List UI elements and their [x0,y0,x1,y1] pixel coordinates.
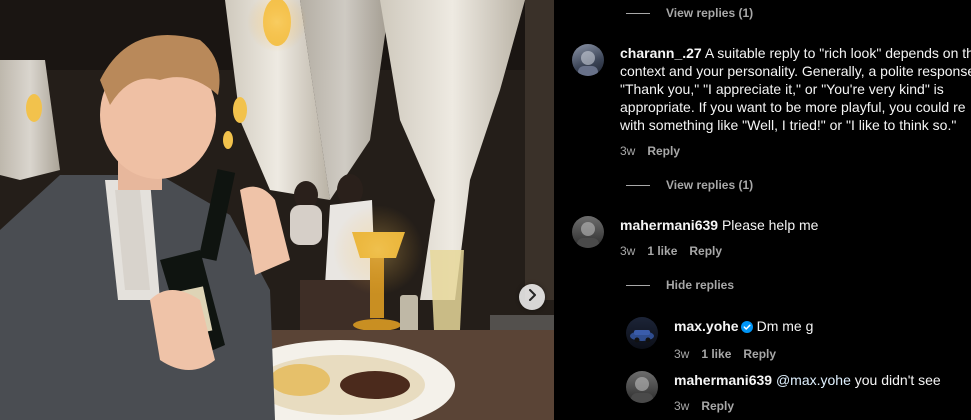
avatar[interactable] [572,216,604,248]
likes-count[interactable]: 1 like [647,244,677,258]
comment-body: charann_.27 A suitable reply to "rich lo… [620,44,971,158]
comment-time[interactable]: 3w [620,244,635,258]
mention-link[interactable]: @max.yohe [776,372,851,388]
comment-line: charann_.27 A suitable reply to "rich lo… [620,44,971,62]
comment-line: appropriate. If you want to be more play… [620,99,966,115]
view-replies-button[interactable]: View replies (1) [626,178,753,192]
comment-line: mahermani639 Please help me [620,216,971,234]
comment-line: with something like "Well, I tried!" or … [620,117,957,133]
reply-button[interactable]: Reply [701,399,734,413]
avatar-image [578,51,598,76]
comment-text: A suitable reply to "rich look" depends … [704,45,971,61]
comment-body: max.yohe Dm me g 3w 1 like Reply [674,317,971,361]
view-replies-label: View replies (1) [666,6,754,20]
comment-body: mahermani639 @max.yohe you didn't see 3w… [674,371,971,413]
avatar-image [631,377,653,403]
comment-time[interactable]: 3w [674,347,689,361]
hide-replies-label: Hide replies [666,278,735,292]
avatar-image [577,222,599,248]
view-replies-button[interactable]: View replies (1) [626,6,753,20]
comment-username[interactable]: max.yohe [674,318,739,334]
comment-text: Please help me [721,217,819,233]
verified-badge-icon [740,319,753,337]
comment: mahermani639 Please help me 3w 1 like Re… [572,216,971,258]
avatar[interactable] [626,317,658,349]
avatar[interactable] [626,371,658,403]
reply-comment: max.yohe Dm me g 3w 1 like Reply [626,317,971,361]
hide-replies-button[interactable]: Hide replies [626,278,734,292]
comment-meta: 3w 1 like Reply [674,347,971,361]
comment-time[interactable]: 3w [674,399,689,413]
comment-line: context and your personality. Generally,… [620,63,971,79]
likes-count[interactable]: 1 like [701,347,731,361]
comment-username[interactable]: mahermani639 [674,372,772,388]
next-photo-button[interactable] [519,284,545,310]
chevron-right-icon [527,288,537,306]
view-replies-label: View replies (1) [666,178,754,192]
comment-meta: 3w Reply [620,144,971,158]
comment-username[interactable]: charann_.27 [620,45,702,61]
divider-line [626,12,650,14]
avatar[interactable] [572,44,604,76]
comment-username[interactable]: mahermani639 [620,217,718,233]
reply-button[interactable]: Reply [647,144,680,158]
reply-comment: mahermani639 @max.yohe you didn't see 3w… [626,371,971,413]
divider-line [626,284,650,286]
comment-time[interactable]: 3w [620,144,635,158]
comment-text: Dm me g [756,318,814,334]
reply-button[interactable]: Reply [743,347,776,361]
avatar-image [630,330,654,343]
post-photo [0,0,554,420]
reply-button[interactable]: Reply [689,244,722,258]
comment-text: you didn't see [850,372,941,388]
comment-body: mahermani639 Please help me 3w 1 like Re… [620,216,971,258]
comment-line: "Thank you," "I appreciate it," or "You'… [620,81,944,97]
comment-meta: 3w Reply [674,399,971,413]
comment: charann_.27 A suitable reply to "rich lo… [572,44,971,158]
comment-line: max.yohe Dm me g [674,317,971,337]
divider-line [626,184,650,186]
comment-line: mahermani639 @max.yohe you didn't see [674,371,971,389]
restaurant-photo [0,0,554,420]
comments-panel: View replies (1) charann_.27 A suitable … [554,0,971,420]
comment-meta: 3w 1 like Reply [620,244,971,258]
